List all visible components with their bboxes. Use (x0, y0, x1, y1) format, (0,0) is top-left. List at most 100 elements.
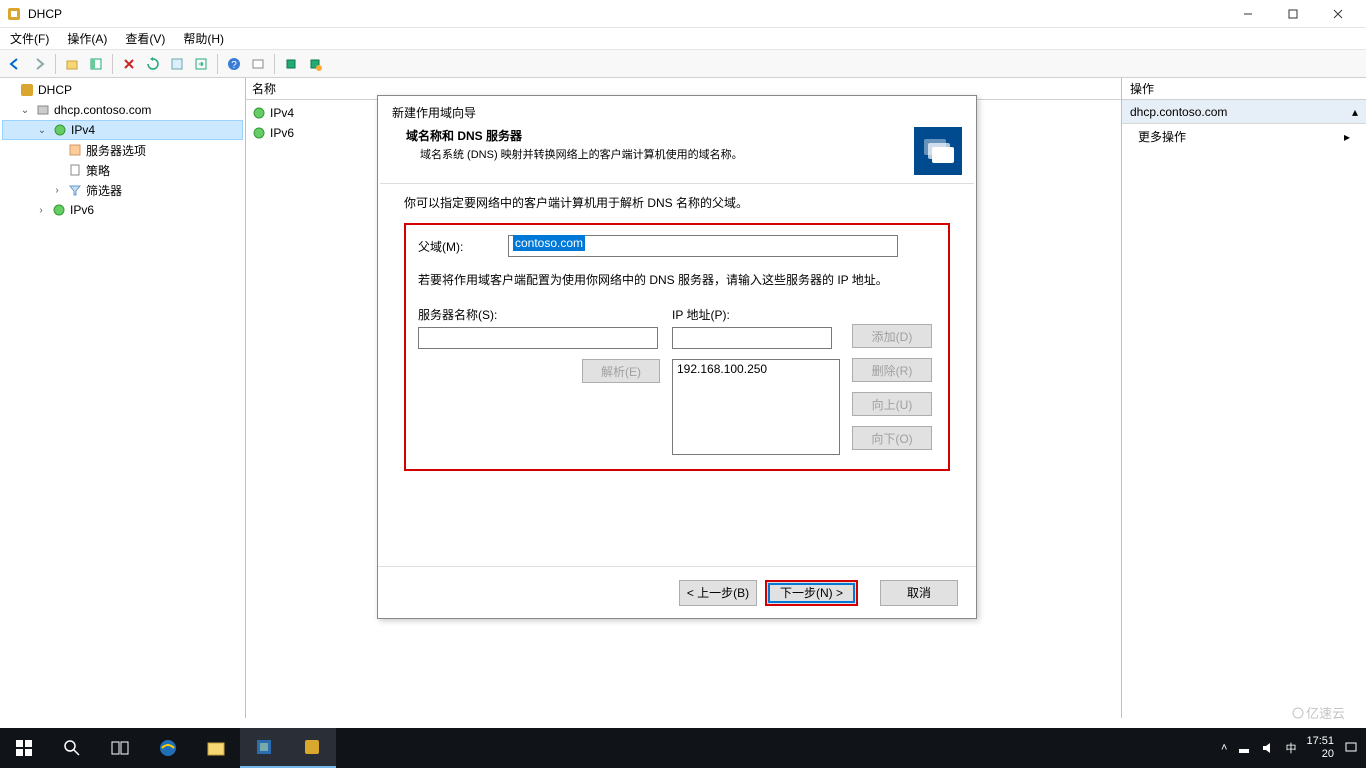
notifications-icon[interactable] (1344, 741, 1358, 755)
tree-label: dhcp.contoso.com (54, 103, 151, 117)
chevron-down-icon[interactable]: ⌄ (18, 105, 32, 116)
watermark-text: 亿速云 (1306, 706, 1345, 721)
server-name-column: 服务器名称(S): 解析(E) (418, 306, 660, 383)
ipv4-icon (252, 106, 266, 120)
menu-file[interactable]: 文件(F) (6, 28, 53, 49)
back-button[interactable] (4, 53, 26, 75)
app-icon (6, 6, 22, 22)
properties-button[interactable] (166, 53, 188, 75)
explorer-taskbar-icon[interactable] (192, 728, 240, 768)
ip-address-list[interactable]: 192.168.100.250 (672, 359, 840, 455)
ip-list-item[interactable]: 192.168.100.250 (677, 362, 835, 376)
new-scope-wizard: 新建作用域向导 域名称和 DNS 服务器 域名系统 (DNS) 映射并转换网络上… (377, 95, 977, 619)
tree-label: 服务器选项 (86, 142, 146, 159)
menu-bar: 文件(F) 操作(A) 查看(V) 帮助(H) (0, 28, 1366, 50)
server2-button[interactable] (304, 53, 326, 75)
ipv6-icon (51, 202, 67, 218)
tray-up-icon[interactable]: ˄ (1221, 742, 1227, 754)
tree-panel: DHCP ⌄ dhcp.contoso.com ⌄ IPv4 服务器选项 策略 (0, 78, 246, 718)
list-label: IPv6 (270, 126, 294, 140)
server-button[interactable] (280, 53, 302, 75)
next-button-label: 下一步(N) > (768, 583, 855, 603)
chevron-right-icon[interactable]: › (34, 205, 48, 216)
add-button[interactable]: 添加(D) (852, 324, 932, 348)
cancel-button[interactable]: 取消 (880, 580, 958, 606)
window-controls (1225, 0, 1360, 28)
maximize-button[interactable] (1270, 0, 1315, 28)
tree-policies[interactable]: 策略 (2, 160, 243, 180)
toolbar-separator (274, 54, 275, 74)
task-view-button[interactable] (96, 728, 144, 768)
tree-ipv6[interactable]: › IPv6 (2, 200, 243, 220)
export-button[interactable] (190, 53, 212, 75)
actions-header: 操作 (1122, 78, 1366, 100)
next-button[interactable]: 下一步(N) > (765, 580, 858, 606)
server-name-input[interactable] (418, 327, 658, 349)
chevron-right-icon[interactable]: › (50, 185, 64, 196)
ipv4-icon (52, 122, 68, 138)
server-icon (35, 102, 51, 118)
tree-label: DHCP (38, 83, 72, 97)
list-label: IPv4 (270, 106, 294, 120)
taskbar-clock[interactable]: 17:51 20 (1306, 735, 1334, 761)
tree-label: IPv4 (71, 123, 95, 137)
tree-filters[interactable]: › 筛选器 (2, 180, 243, 200)
toolbar: ? (0, 50, 1366, 78)
menu-help[interactable]: 帮助(H) (179, 28, 228, 49)
actions-more[interactable]: 更多操作 ▸ (1122, 124, 1366, 149)
ime-indicator[interactable]: 中 (1285, 740, 1296, 756)
menu-view[interactable]: 查看(V) (121, 28, 169, 49)
wizard-subheading: 域名系统 (DNS) 映射并转换网络上的客户端计算机使用的域名称。 (392, 146, 914, 162)
options-icon (67, 142, 83, 158)
filter-icon (67, 182, 83, 198)
collapse-icon[interactable]: ▴ (1352, 105, 1358, 119)
ip-address-input[interactable] (672, 327, 832, 349)
toolbar-separator (217, 54, 218, 74)
tree-ipv4[interactable]: ⌄ IPv4 (2, 120, 243, 140)
start-button[interactable] (0, 728, 48, 768)
wizard-title: 新建作用域向导 (378, 96, 976, 123)
dhcp-root-icon (19, 82, 35, 98)
server-manager-taskbar-icon[interactable] (240, 728, 288, 768)
tree-server[interactable]: ⌄ dhcp.contoso.com (2, 100, 243, 120)
tree-label: 筛选器 (86, 182, 122, 199)
show-hide-button[interactable] (85, 53, 107, 75)
scope-button[interactable] (247, 53, 269, 75)
wizard-banner-icon (914, 127, 962, 175)
minimize-button[interactable] (1225, 0, 1270, 28)
dns-instruction: 若要将作用域客户端配置为使用你网络中的 DNS 服务器，请输入这些服务器的 IP… (418, 271, 936, 288)
search-button[interactable] (48, 728, 96, 768)
dhcp-taskbar-icon[interactable] (288, 728, 336, 768)
delete-button[interactable] (118, 53, 140, 75)
tree-root[interactable]: DHCP (2, 80, 243, 100)
tree-label: IPv6 (70, 203, 94, 217)
actions-context[interactable]: dhcp.contoso.com ▴ (1122, 100, 1366, 124)
forward-button[interactable] (28, 53, 50, 75)
parent-domain-input[interactable]: contoso.com (508, 235, 898, 257)
tree-label: 策略 (86, 162, 110, 179)
actions-panel: 操作 dhcp.contoso.com ▴ 更多操作 ▸ (1122, 78, 1366, 718)
menu-action[interactable]: 操作(A) (63, 28, 111, 49)
network-icon[interactable] (1237, 741, 1251, 755)
clock-time: 17:51 (1306, 735, 1334, 748)
window-title: DHCP (28, 7, 62, 21)
help-button[interactable]: ? (223, 53, 245, 75)
highlighted-form-area: 父域(M): contoso.com 若要将作用域客户端配置为使用你网络中的 D… (404, 223, 950, 471)
up-level-button[interactable] (61, 53, 83, 75)
policy-icon (67, 162, 83, 178)
move-down-button[interactable]: 向下(O) (852, 426, 932, 450)
volume-icon[interactable] (1261, 741, 1275, 755)
chevron-down-icon[interactable]: ⌄ (35, 125, 49, 136)
ie-taskbar-icon[interactable] (144, 728, 192, 768)
refresh-button[interactable] (142, 53, 164, 75)
back-button[interactable]: < 上一步(B) (679, 580, 757, 606)
move-up-button[interactable]: 向上(U) (852, 392, 932, 416)
system-tray: ˄ 中 17:51 20 (1221, 735, 1366, 761)
resolve-button[interactable]: 解析(E) (582, 359, 660, 383)
parent-domain-row: 父域(M): contoso.com (418, 235, 936, 257)
tree-server-options[interactable]: 服务器选项 (2, 140, 243, 160)
close-button[interactable] (1315, 0, 1360, 28)
remove-button[interactable]: 删除(R) (852, 358, 932, 382)
wizard-footer: < 上一步(B) 下一步(N) > 取消 (378, 566, 976, 618)
ipv6-icon (252, 126, 266, 140)
